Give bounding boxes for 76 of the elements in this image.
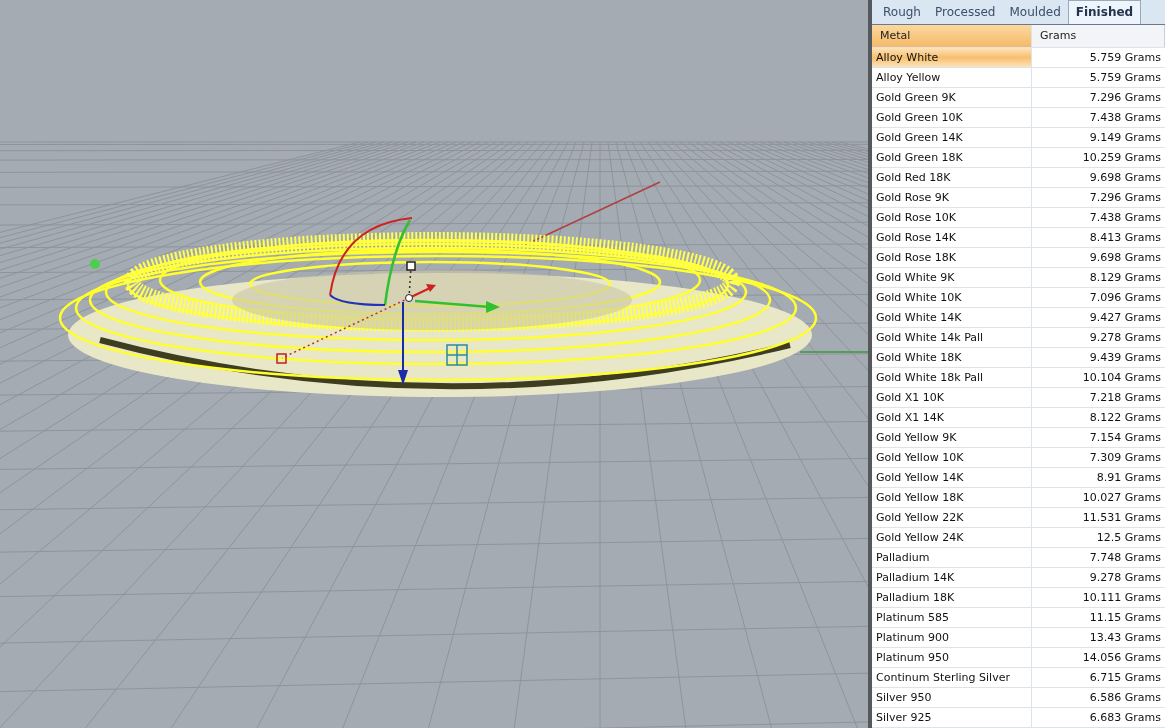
tab[interactable]: Processed <box>927 5 1003 24</box>
table-cell[interactable]: Gold White 14K <box>872 308 1032 327</box>
table-cell[interactable]: Gold Yellow 18K <box>872 488 1032 507</box>
table-cell-text: 10.027 Grams <box>1081 490 1162 506</box>
table-cell[interactable]: Gold Yellow 9K <box>872 428 1032 447</box>
table-cell[interactable]: Gold Green 9K <box>872 88 1032 107</box>
table-cell-text: 10.104 Grams <box>1081 370 1162 386</box>
column-header[interactable]: Metal <box>872 25 1032 47</box>
table-cell-text: 7.748 Grams <box>1088 550 1162 566</box>
table-cell[interactable]: Continum Sterling Silver <box>872 668 1032 687</box>
table-cell[interactable]: Gold Rose 18K <box>872 248 1032 267</box>
table-cell-text: 8.413 Grams <box>1088 230 1162 246</box>
table-cell[interactable]: Gold Green 10K <box>872 108 1032 127</box>
table-cell-text: 6.586 Grams <box>1088 690 1162 706</box>
table-cell-text: 11.15 Grams <box>1088 610 1162 626</box>
table-cell[interactable]: Platinum 900 <box>872 628 1032 647</box>
table-cell-text: 9.698 Grams <box>1088 250 1162 266</box>
table-cell-text: 10.111 Grams <box>1081 590 1162 606</box>
table-cell-text: 8.91 Grams <box>1095 470 1162 486</box>
table-cell-text: 8.122 Grams <box>1088 410 1162 426</box>
table-cell-text: 7.154 Grams <box>1088 430 1162 446</box>
table-cell[interactable]: Alloy White <box>872 48 1032 67</box>
table-cell-text: 7.438 Grams <box>1088 110 1162 126</box>
table-cell-text: 9.698 Grams <box>1088 170 1162 186</box>
table-cell[interactable]: Gold Rose 10K <box>872 208 1032 227</box>
table-cell[interactable]: Gold Rose 14K <box>872 228 1032 247</box>
gizmo-drawing[interactable] <box>276 217 500 385</box>
table-cell[interactable]: Gold White 18K <box>872 348 1032 367</box>
table-cell[interactable]: Gold Red 18K <box>872 168 1032 187</box>
table-cell[interactable]: Gold Green 18K <box>872 148 1032 167</box>
table-cell-text: 5.759 Grams <box>1088 50 1162 66</box>
table-cell-text: 9.278 Grams <box>1088 570 1162 586</box>
table-cell-text: 12.5 Grams <box>1095 530 1162 546</box>
table-cell-text: 9.439 Grams <box>1088 350 1162 366</box>
table-cell-text: 14.056 Grams <box>1081 650 1162 666</box>
table-cell-text: 9.149 Grams <box>1088 130 1162 146</box>
table-cell[interactable]: Gold White 14k Pall <box>872 328 1032 347</box>
table-cell-text: 7.296 Grams <box>1088 190 1162 206</box>
table-cell[interactable]: Gold Yellow 10K <box>872 448 1032 467</box>
table-cell[interactable]: Gold Yellow 24K <box>872 528 1032 547</box>
tab[interactable]: Rough <box>876 5 928 24</box>
table-cell-text: 10.259 Grams <box>1081 150 1162 166</box>
table-cell[interactable]: Gold X1 14K <box>872 408 1032 427</box>
table-cell[interactable]: Platinum 950 <box>872 648 1032 667</box>
table-cell[interactable]: Palladium 14K <box>872 568 1032 587</box>
tab[interactable]: Finished <box>1067 0 1142 24</box>
table-cell-text: 9.427 Grams <box>1088 310 1162 326</box>
table-cell-text: 7.296 Grams <box>1088 90 1162 106</box>
table-cell[interactable]: Palladium 18K <box>872 588 1032 607</box>
table-cell[interactable]: Gold Yellow 22K <box>872 508 1032 527</box>
table-cell-text: 9.278 Grams <box>1088 330 1162 346</box>
table-cell-text: 7.438 Grams <box>1088 210 1162 226</box>
table-cell[interactable]: Silver 925 <box>872 708 1032 727</box>
table-cell-text: 7.309 Grams <box>1088 450 1162 466</box>
table-cell[interactable]: Gold Rose 9K <box>872 188 1032 207</box>
table-cell-text: 8.129 Grams <box>1088 270 1162 286</box>
table-cell[interactable]: Gold X1 10K <box>872 388 1032 407</box>
table-cell-text: 6.683 Grams <box>1088 710 1162 726</box>
table-cell[interactable]: Gold White 10K <box>872 288 1032 307</box>
table-cell[interactable]: Platinum 585 <box>872 608 1032 627</box>
table-cell[interactable]: Alloy Yellow <box>872 68 1032 87</box>
table-cell[interactable]: Palladium <box>872 548 1032 567</box>
table-cell-text: 13.43 Grams <box>1088 630 1162 646</box>
tab[interactable]: Moulded <box>1002 5 1068 24</box>
table-cell-text: 11.531 Grams <box>1081 510 1162 526</box>
table-cell-text: 5.759 Grams <box>1088 70 1162 86</box>
column-header[interactable]: Grams <box>1032 25 1165 47</box>
table-cell-text: 7.096 Grams <box>1088 290 1162 306</box>
ring-wireframe-drawing[interactable] <box>58 232 818 397</box>
table-cell[interactable]: Gold White 18k Pall <box>872 368 1032 387</box>
table-cell[interactable]: Silver 950 <box>872 688 1032 707</box>
table-cell-text: 7.218 Grams <box>1088 390 1162 406</box>
table-cell-text: 6.715 Grams <box>1088 670 1162 686</box>
table-cell[interactable]: Gold Green 14K <box>872 128 1032 147</box>
table-cell[interactable]: Gold White 9K <box>872 268 1032 287</box>
table-cell[interactable]: Gold Yellow 14K <box>872 468 1032 487</box>
